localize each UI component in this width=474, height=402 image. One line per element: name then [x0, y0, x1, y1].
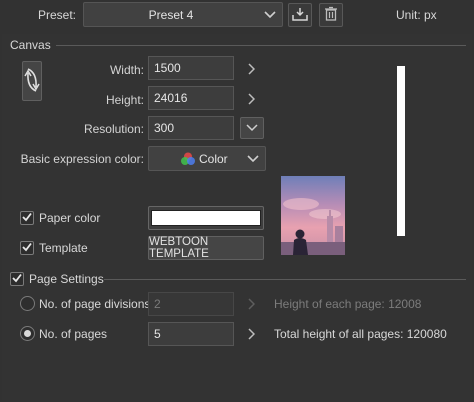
swap-orientation-button[interactable] — [22, 61, 42, 101]
page-divisions-chevron-right-icon[interactable] — [245, 297, 257, 311]
canvas-section-title: Canvas — [10, 38, 51, 52]
template-label: Template — [39, 241, 88, 255]
height-each-page-text: Height of each page: 12008 — [274, 297, 422, 311]
chevron-down-icon — [246, 121, 258, 135]
number-of-pages-input[interactable]: 5 — [148, 322, 234, 346]
canvas-page-preview — [397, 66, 405, 236]
trash-icon — [324, 6, 338, 25]
template-select-button[interactable]: WEBTOON TEMPLATE — [148, 236, 264, 260]
width-chevron-right-icon[interactable] — [245, 62, 257, 76]
height-input[interactable]: 24016 — [148, 86, 234, 110]
check-icon — [12, 272, 22, 286]
width-label: Width: — [109, 63, 144, 77]
number-of-pages-radio[interactable] — [20, 326, 35, 341]
paper-color-checkbox[interactable] — [20, 211, 34, 225]
number-of-pages-chevron-right-icon[interactable] — [245, 327, 257, 341]
register-preset-button[interactable] — [288, 3, 312, 27]
width-input[interactable]: 1500 — [148, 56, 234, 80]
swap-orientation-icon — [24, 63, 40, 100]
check-icon — [22, 241, 32, 255]
height-chevron-right-icon[interactable] — [245, 92, 257, 106]
page-settings-checkbox[interactable] — [10, 272, 24, 286]
page-divisions-radio[interactable] — [20, 296, 35, 311]
resolution-input[interactable]: 300 — [148, 116, 234, 140]
total-height-text: Total height of all pages: 120080 — [274, 327, 447, 341]
canvas-divider — [56, 45, 466, 46]
preset-label: Preset: — [38, 8, 77, 22]
register-preset-icon — [291, 6, 309, 25]
basic-expression-color-label: Basic expression color: — [20, 152, 144, 166]
height-label: Height: — [105, 93, 144, 107]
delete-preset-button[interactable] — [319, 3, 343, 27]
expression-color-dropdown[interactable]: Color — [148, 146, 266, 171]
chevron-down-icon — [262, 3, 278, 26]
template-preview-image — [281, 176, 345, 255]
page-divisions-label: No. of page divisions — [39, 297, 151, 311]
preset-dropdown[interactable]: Preset 4 — [83, 2, 283, 27]
number-of-pages-label: No. of pages — [39, 327, 108, 341]
paper-color-label: Paper color — [39, 211, 101, 225]
resolution-label: Resolution: — [83, 122, 144, 136]
page-settings-divider — [104, 279, 466, 280]
unit-label: Unit: px — [396, 8, 437, 22]
check-icon — [22, 211, 32, 225]
paper-color-swatch — [151, 210, 261, 226]
page-divisions-input[interactable]: 2 — [148, 292, 234, 316]
chevron-down-icon — [245, 147, 261, 170]
page-settings-title: Page Settings — [29, 272, 104, 286]
expression-color-value: Color — [199, 152, 228, 166]
template-checkbox[interactable] — [20, 241, 34, 255]
preset-value: Preset 4 — [148, 7, 194, 22]
rgb-circles-icon — [180, 152, 196, 166]
paper-color-swatch-button[interactable] — [148, 206, 264, 230]
resolution-dropdown-button[interactable] — [240, 117, 264, 139]
